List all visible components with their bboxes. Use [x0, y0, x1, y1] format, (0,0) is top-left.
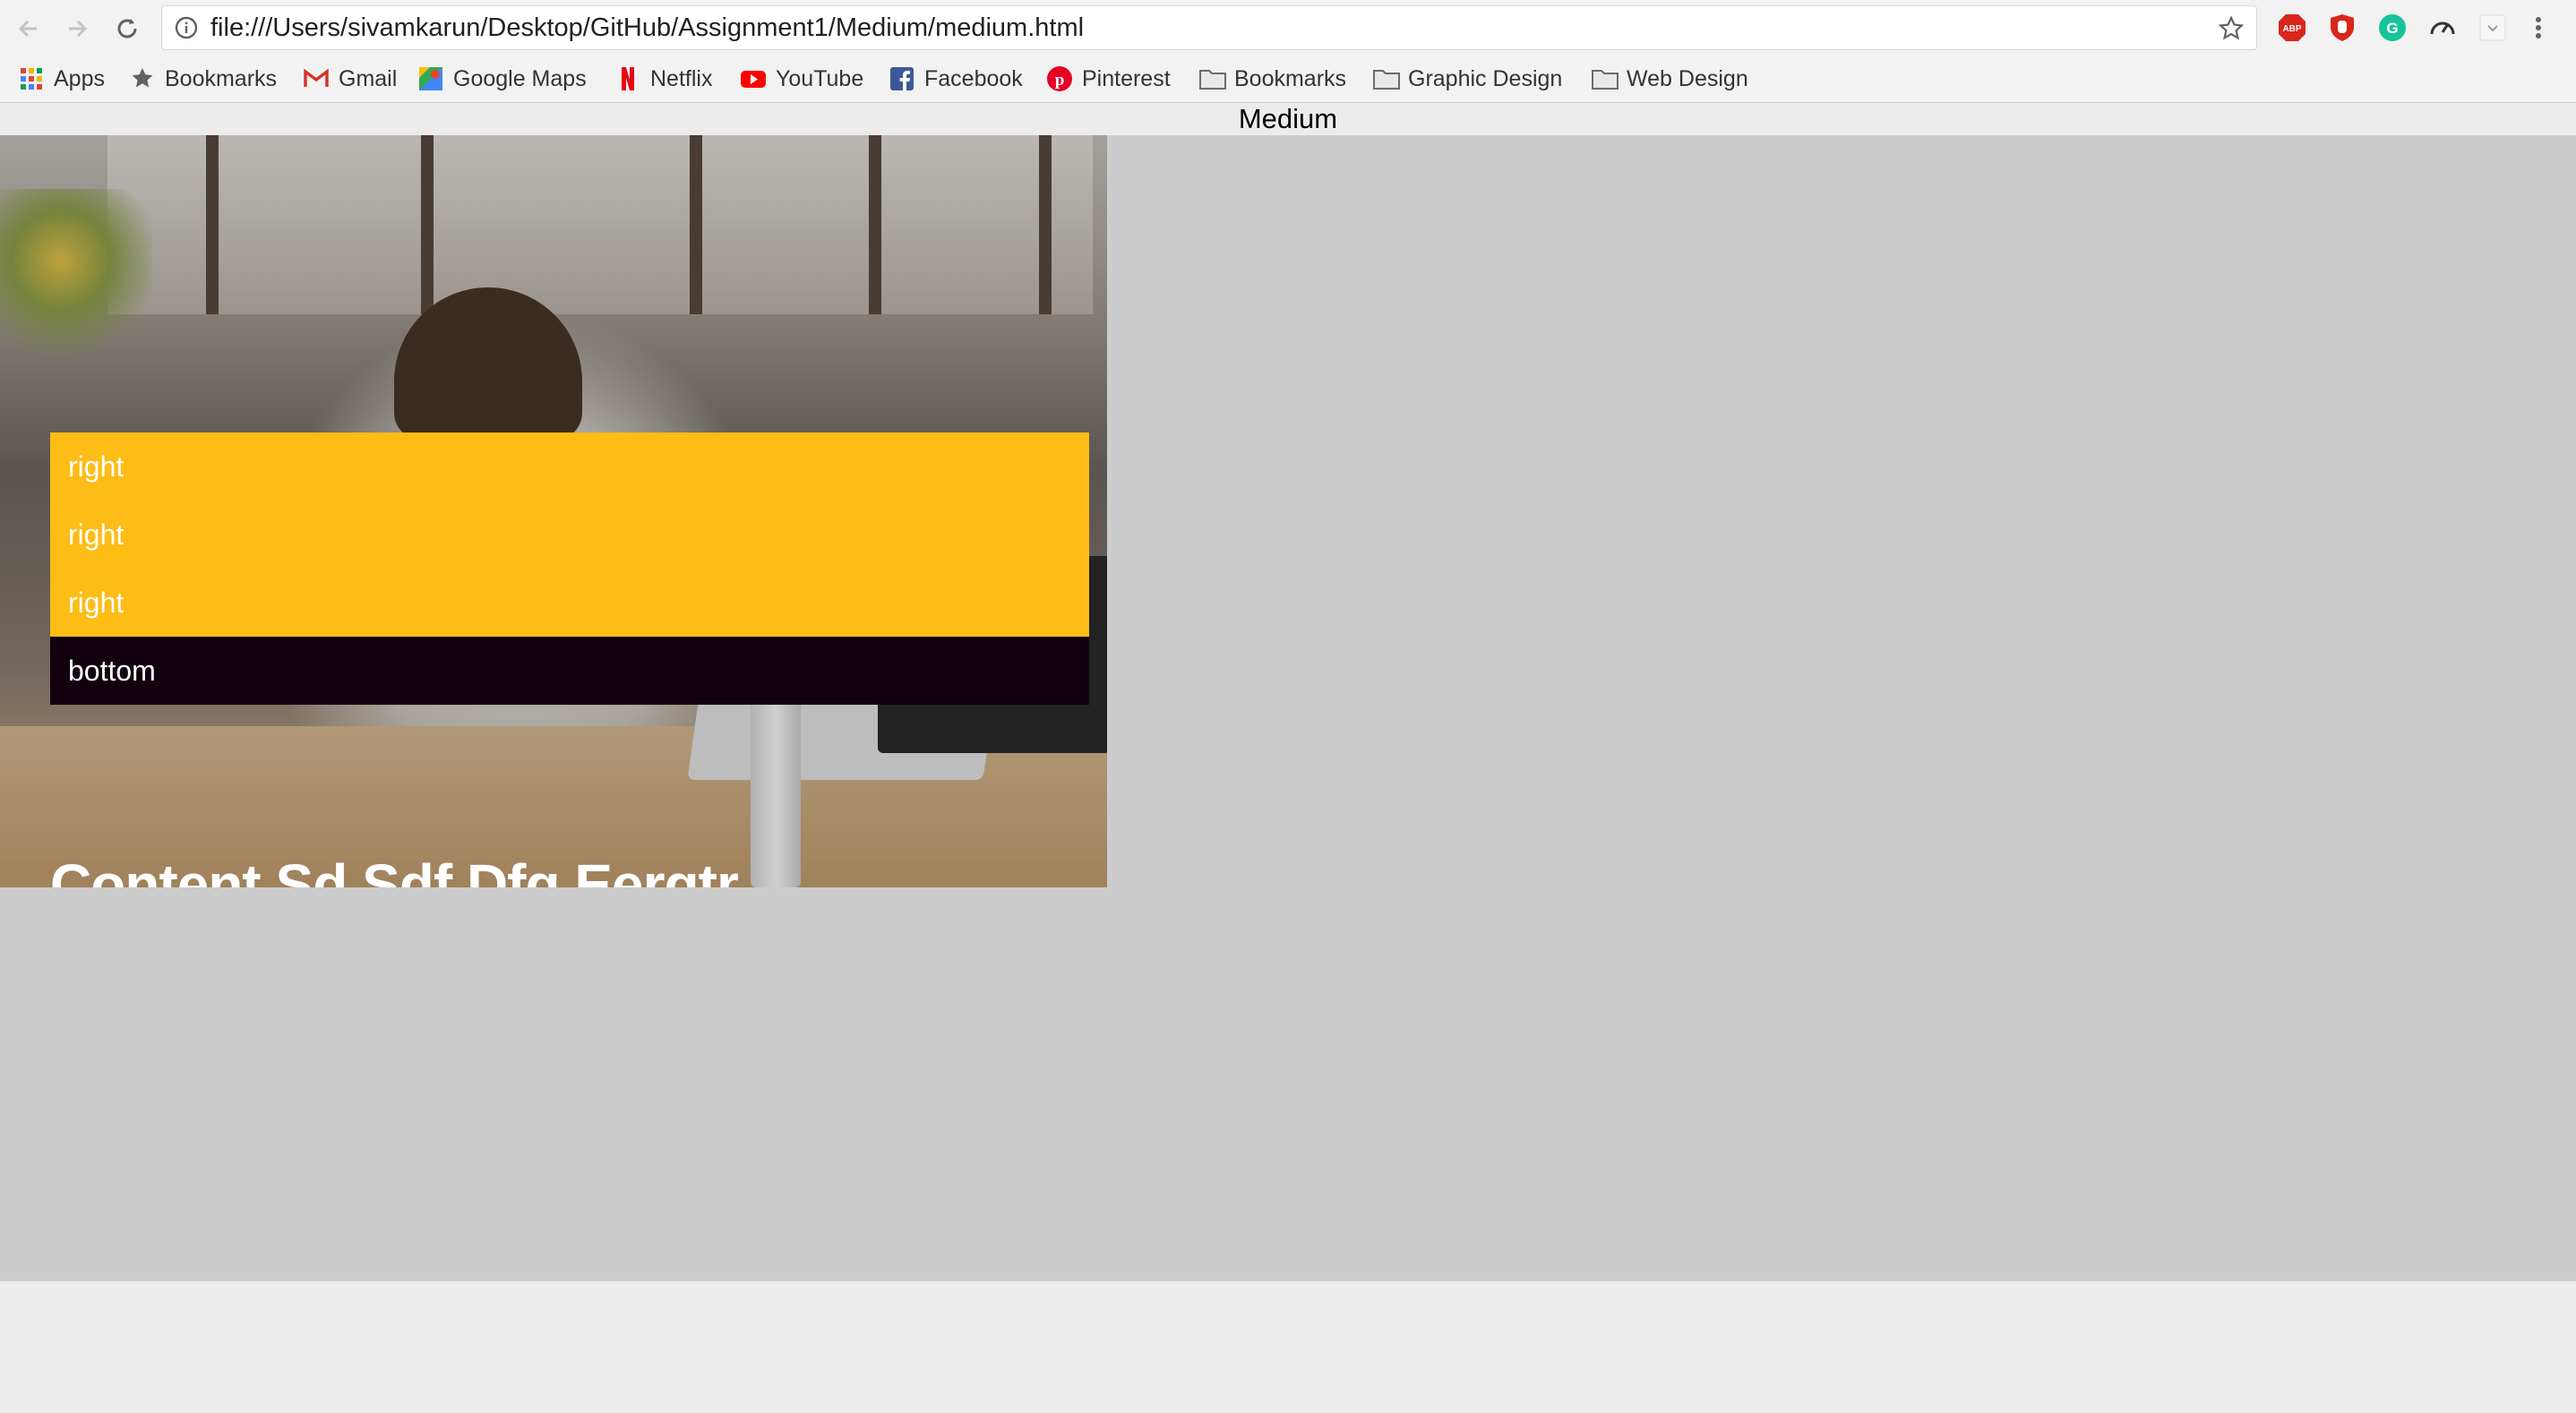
folder-icon	[1591, 65, 1619, 92]
bookmark-folder-web-design[interactable]: Web Design	[1591, 56, 1748, 102]
bookmark-label: Pinterest	[1082, 65, 1171, 91]
bookmark-label: Bookmarks	[1234, 65, 1347, 91]
ublock-icon[interactable]	[2327, 13, 2357, 43]
apps-grid-icon	[18, 65, 45, 92]
menu-item-right[interactable]: right	[50, 501, 1089, 569]
bookmark-label: Web Design	[1627, 65, 1748, 91]
extension-icon[interactable]	[2477, 13, 2508, 43]
reload-button[interactable]	[107, 9, 147, 48]
svg-text:G: G	[2386, 20, 2398, 37]
bookmark-folder-graphic-design[interactable]: Graphic Design	[1372, 56, 1562, 102]
gmail-icon	[303, 65, 330, 92]
pinterest-icon: p	[1046, 65, 1073, 92]
grammarly-icon[interactable]: G	[2377, 13, 2408, 43]
info-icon[interactable]	[175, 16, 198, 39]
folder-icon	[1198, 65, 1226, 92]
chrome-menu-icon[interactable]	[2528, 13, 2549, 43]
address-bar[interactable]: file:///Users/sivamkarun/Desktop/GitHub/…	[161, 5, 2257, 50]
menu-list: right right right bottom	[50, 432, 1089, 705]
folder-icon	[1372, 65, 1400, 92]
bookmark-label: Google Maps	[453, 65, 587, 91]
bookmark-star-icon[interactable]	[2217, 14, 2245, 43]
netflix-icon	[614, 65, 641, 92]
bookmark-apps[interactable]: Apps	[18, 56, 105, 102]
bookmark-label: Bookmarks	[165, 65, 278, 91]
forward-button[interactable]	[57, 9, 97, 48]
bookmarks-bar: Apps Bookmarks Gmail Google Maps Netflix	[0, 56, 2576, 103]
svg-text:p: p	[1055, 71, 1065, 90]
bookmark-pinterest[interactable]: p Pinterest	[1046, 56, 1171, 102]
bookmark-label: Apps	[54, 65, 105, 91]
url-text[interactable]: file:///Users/sivamkarun/Desktop/GitHub/…	[210, 6, 1084, 49]
browser-toolbar: file:///Users/sivamkarun/Desktop/GitHub/…	[0, 0, 2576, 56]
speedometer-icon[interactable]	[2427, 13, 2458, 43]
bookmark-gmail[interactable]: Gmail	[303, 56, 397, 102]
youtube-icon	[740, 65, 767, 92]
menu-item-right[interactable]: right	[50, 432, 1089, 501]
forward-arrow-icon	[69, 20, 88, 38]
back-arrow-icon	[18, 20, 37, 38]
bookmark-google-maps[interactable]: Google Maps	[417, 56, 587, 102]
maps-icon	[417, 65, 444, 92]
page-title: Medium	[0, 103, 2576, 135]
bookmark-folder-bookmarks[interactable]: Bookmarks	[1198, 56, 1346, 102]
hero-title: Content Sd Sdf Dfg Eergtr	[50, 852, 739, 887]
bookmark-label: Netflix	[650, 65, 713, 91]
bookmark-bookmarks[interactable]: Bookmarks	[129, 56, 277, 102]
bookmark-youtube[interactable]: YouTube	[740, 56, 863, 102]
bookmark-label: Gmail	[339, 65, 398, 91]
facebook-icon	[889, 65, 915, 92]
star-icon	[129, 65, 156, 92]
bookmark-netflix[interactable]: Netflix	[614, 56, 712, 102]
back-button[interactable]	[9, 9, 48, 48]
menu-item-right[interactable]: right	[50, 569, 1089, 637]
abp-icon[interactable]: ABP	[2277, 13, 2307, 43]
bookmark-facebook[interactable]: Facebook	[889, 56, 1023, 102]
bookmark-label: YouTube	[776, 65, 864, 91]
bookmark-label: Facebook	[924, 65, 1023, 91]
hero-image: right right right bottom Content Sd Sdf …	[0, 135, 1107, 887]
reload-icon	[117, 19, 137, 39]
svg-text:ABP: ABP	[2282, 24, 2301, 34]
menu-item-bottom[interactable]: bottom	[50, 637, 1089, 705]
bookmark-label: Graphic Design	[1408, 65, 1563, 91]
